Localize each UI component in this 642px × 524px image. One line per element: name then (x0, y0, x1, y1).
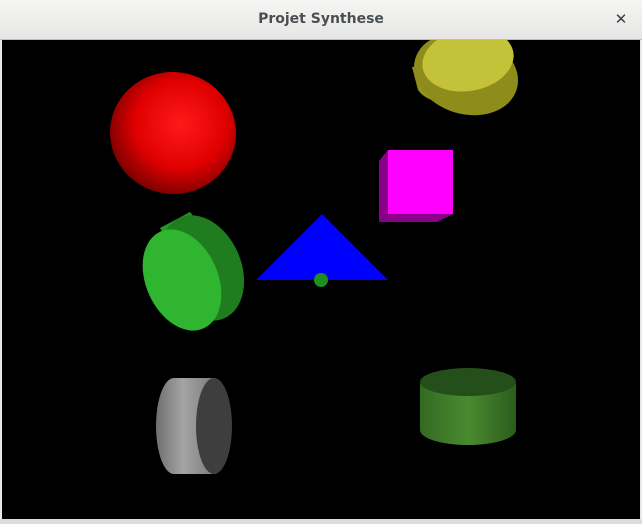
gray-cylinder (156, 378, 232, 474)
green-cylinder (142, 212, 245, 331)
red-sphere (110, 71, 236, 195)
yellow-cylinder (412, 40, 519, 116)
green-dot (314, 273, 328, 287)
close-icon[interactable]: ✕ (612, 9, 630, 29)
render-viewport[interactable] (2, 40, 640, 519)
blue-triangle (256, 214, 388, 280)
window-title: Projet Synthese (258, 11, 384, 27)
app-window: Projet Synthese ✕ (0, 0, 642, 524)
window-bottom-border (0, 519, 642, 524)
title-bar[interactable]: Projet Synthese ✕ (0, 0, 642, 40)
magenta-cube (379, 150, 453, 222)
scene-canvas[interactable] (2, 40, 640, 519)
dark-green-cylinder (420, 368, 516, 445)
